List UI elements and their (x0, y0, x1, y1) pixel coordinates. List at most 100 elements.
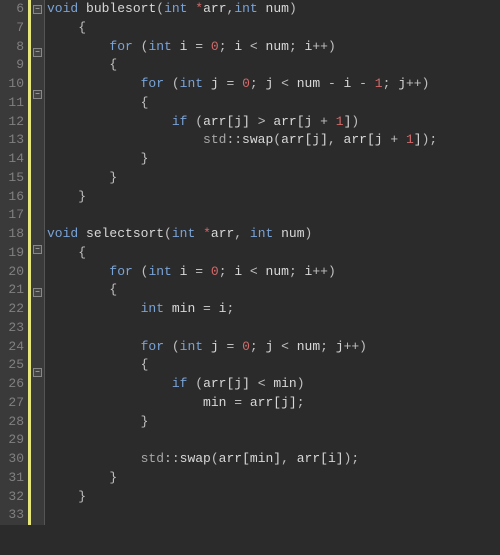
line-number: 9 (0, 56, 24, 75)
code-line[interactable]: } (47, 488, 500, 507)
code-line[interactable]: } (47, 469, 500, 488)
code-line[interactable] (47, 206, 500, 225)
token-bracket: ] (414, 132, 422, 147)
token-kw: int (180, 76, 203, 91)
code-line[interactable]: void selectsort(int *arr, int num) (47, 225, 500, 244)
code-line[interactable]: if (arr[j] < min) (47, 375, 500, 394)
fold-minus-icon[interactable]: − (33, 245, 42, 254)
code-line[interactable] (47, 319, 500, 338)
fold-toggle[interactable]: − (31, 245, 44, 264)
code-line[interactable]: std::swap(arr[j], arr[j + 1]); (47, 131, 500, 150)
token-op (164, 339, 172, 354)
token-punc: ( (172, 76, 180, 91)
token-num: 0 (211, 39, 219, 54)
indent (47, 470, 109, 485)
fold-minus-icon[interactable]: − (33, 368, 42, 377)
fold-toggle[interactable]: − (31, 48, 44, 67)
token-punc: ) (297, 376, 305, 391)
fold-toggle[interactable]: − (31, 5, 44, 24)
token-op: + (383, 132, 406, 147)
indent (47, 57, 109, 72)
token-ident: j (211, 76, 219, 91)
token-ident: min (172, 301, 195, 316)
line-number: 17 (0, 206, 24, 225)
fold-minus-icon[interactable]: − (33, 48, 42, 57)
fold-gutter: − − − − − − (31, 0, 45, 525)
token-op: = (187, 264, 210, 279)
token-punc: , (281, 451, 297, 466)
indent (47, 245, 78, 260)
code-area[interactable]: void bublesort(int *arr,int num) { for (… (45, 0, 500, 525)
code-line[interactable]: { (47, 19, 500, 38)
token-ident: min (273, 376, 296, 391)
line-number: 23 (0, 319, 24, 338)
code-line[interactable]: for (int i = 0; i < num; i++) (47, 263, 500, 282)
indent (47, 357, 141, 372)
token-punc: ; (297, 395, 305, 410)
line-number: 15 (0, 169, 24, 188)
token-brace: { (78, 20, 86, 35)
fold-minus-icon[interactable]: − (33, 288, 42, 297)
token-kw: if (172, 114, 188, 129)
token-ident: j (234, 376, 242, 391)
code-line[interactable]: { (47, 356, 500, 375)
code-line[interactable]: min = arr[j]; (47, 394, 500, 413)
fold-toggle[interactable]: − (31, 368, 44, 387)
token-bracket: ] (336, 451, 344, 466)
line-number: 6 (0, 0, 24, 19)
token-op (78, 226, 86, 241)
token-ident: arr (203, 1, 226, 16)
indent (47, 339, 141, 354)
code-line[interactable]: int min = i; (47, 300, 500, 319)
token-bracket: [ (242, 451, 250, 466)
token-ident: arr (273, 114, 296, 129)
indent (47, 395, 203, 410)
token-op: < (273, 339, 296, 354)
code-line[interactable]: { (47, 94, 500, 113)
code-line[interactable]: for (int j = 0; j < num; j++) (47, 338, 500, 357)
token-op: ++ (312, 39, 328, 54)
fold-guide (31, 386, 44, 405)
code-line[interactable] (47, 506, 500, 525)
code-line[interactable]: if (arr[j] > arr[j + 1]) (47, 113, 500, 132)
token-kw: int (148, 39, 171, 54)
line-number: 14 (0, 150, 24, 169)
token-ident: num (266, 1, 289, 16)
token-op: ++ (406, 76, 422, 91)
token-num: 1 (336, 114, 344, 129)
code-line[interactable]: } (47, 188, 500, 207)
code-line[interactable]: for (int i = 0; i < num; i++) (47, 38, 500, 57)
indent (47, 414, 141, 429)
token-ident: j (281, 395, 289, 410)
token-ident: j (234, 114, 242, 129)
token-punc: ; (219, 39, 235, 54)
line-number: 21 (0, 281, 24, 300)
token-ident: num (281, 226, 304, 241)
fold-guide (31, 325, 44, 344)
code-line[interactable]: void bublesort(int *arr,int num) (47, 0, 500, 19)
fold-toggle[interactable]: − (31, 90, 44, 109)
token-ident: arr (203, 114, 226, 129)
fold-minus-icon[interactable]: − (33, 5, 42, 14)
code-line[interactable] (47, 431, 500, 450)
fold-toggle[interactable]: − (31, 288, 44, 307)
fold-minus-icon[interactable]: − (33, 90, 42, 99)
token-kw: void (47, 226, 78, 241)
code-line[interactable]: { (47, 56, 500, 75)
token-ident: arr (344, 132, 367, 147)
code-line[interactable]: { (47, 244, 500, 263)
code-line[interactable]: { (47, 281, 500, 300)
indent (47, 489, 78, 504)
code-editor[interactable]: 6789101112131415161718192021222324252627… (0, 0, 500, 525)
token-op: ++ (312, 264, 328, 279)
token-num: 1 (375, 76, 383, 91)
token-op: - (351, 76, 374, 91)
token-ident: min (250, 451, 273, 466)
code-line[interactable]: } (47, 169, 500, 188)
code-line[interactable]: } (47, 150, 500, 169)
code-line[interactable]: } (47, 413, 500, 432)
code-line[interactable]: std::swap(arr[min], arr[i]); (47, 450, 500, 469)
indent (47, 76, 141, 91)
token-op (78, 1, 86, 16)
code-line[interactable]: for (int j = 0; j < num - i - 1; j++) (47, 75, 500, 94)
